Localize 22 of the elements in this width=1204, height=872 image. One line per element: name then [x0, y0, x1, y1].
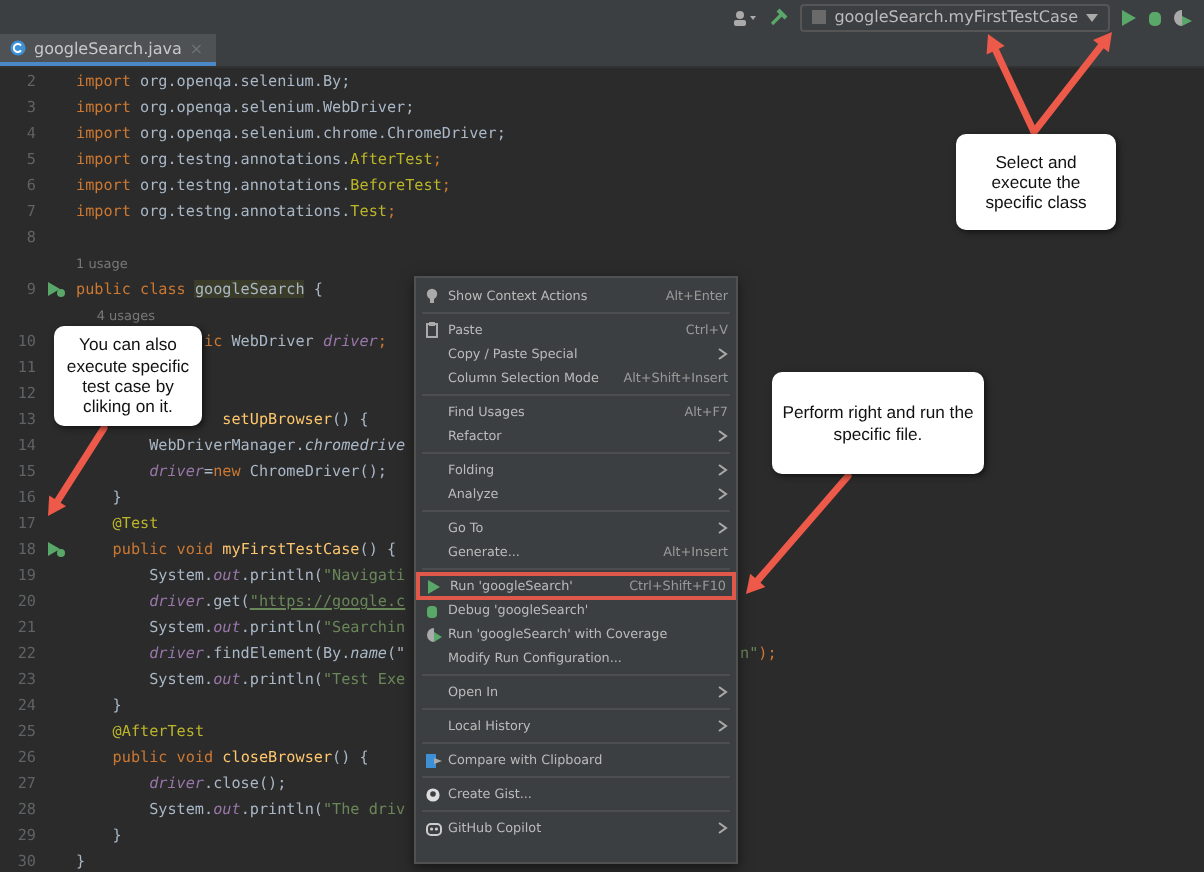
callout-note: Select and execute the specific class	[956, 134, 1116, 230]
user-icon[interactable]	[734, 9, 759, 25]
arrow	[746, 472, 852, 594]
bulb-icon	[426, 288, 438, 304]
bug-icon[interactable]	[1148, 9, 1162, 25]
callout-note: You can also execute specific test case by cliking on it.	[54, 326, 202, 426]
coverage-icon[interactable]	[1174, 9, 1192, 25]
run-configuration-dropdown[interactable]: googleSearch.myFirstTestCase	[800, 3, 1110, 31]
bug-icon	[426, 603, 438, 617]
caret-icon	[1086, 13, 1098, 21]
file-tab[interactable]: googleSearch.java ×	[0, 34, 216, 66]
arrow	[48, 424, 108, 516]
clipboard-icon	[426, 322, 438, 338]
play-icon[interactable]	[1122, 9, 1136, 25]
play-icon	[428, 579, 440, 593]
compare-icon	[426, 753, 442, 767]
class-file-icon	[10, 40, 26, 56]
hammer-icon[interactable]	[770, 8, 789, 26]
coverage-icon	[426, 627, 442, 641]
run-test-icon[interactable]	[46, 280, 66, 298]
run-test-icon[interactable]	[46, 540, 66, 558]
callout-note: Perform right and run the specific file.	[772, 372, 984, 474]
